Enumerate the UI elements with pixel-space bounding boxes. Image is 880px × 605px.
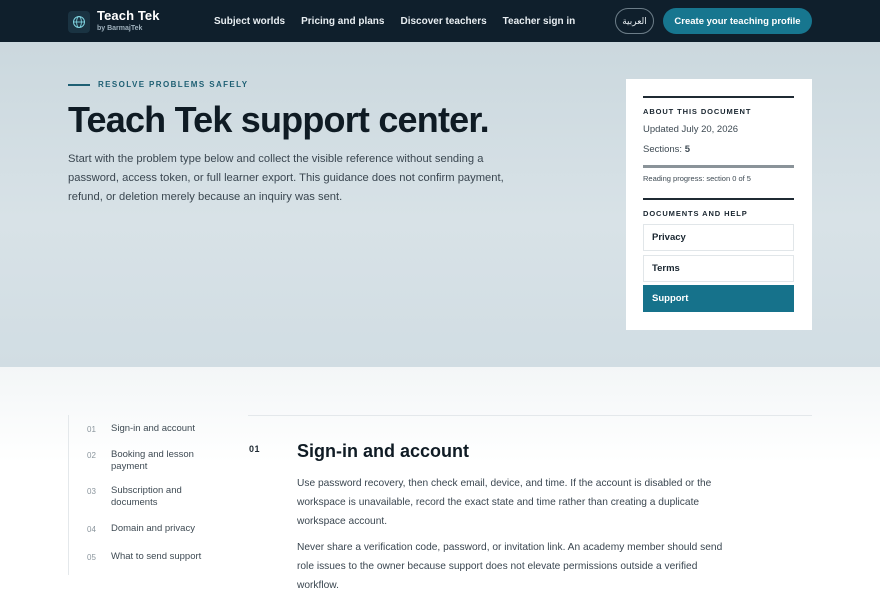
nav-link-subject-worlds[interactable]: Subject worlds bbox=[214, 16, 285, 27]
toc-label: What to send support bbox=[111, 551, 202, 562]
nav-link-pricing[interactable]: Pricing and plans bbox=[301, 16, 384, 27]
doc-link-privacy[interactable]: Privacy bbox=[643, 224, 794, 251]
page-title: Teach Tek support center. bbox=[68, 99, 490, 140]
toc-label: Subscription and documents bbox=[111, 485, 182, 508]
brand-name: Teach Tek bbox=[97, 8, 160, 23]
brand-subtitle: by BarmajTek bbox=[97, 25, 143, 32]
doc-link-support[interactable]: Support bbox=[643, 285, 794, 312]
toc-item-domain-privacy[interactable]: 04 Domain and privacy bbox=[87, 523, 216, 535]
card-top-rule bbox=[643, 96, 794, 98]
reading-progress-bar bbox=[643, 165, 794, 168]
updated-date: Updated July 20, 2026 bbox=[643, 124, 739, 135]
sections-label: Sections: bbox=[643, 144, 683, 155]
section-paragraph: Use password recovery, then check email,… bbox=[297, 478, 712, 527]
sections-count: Sections: 5 bbox=[643, 144, 794, 155]
about-document-heading: ABOUT THIS DOCUMENT bbox=[643, 107, 752, 116]
toc-item-what-to-send[interactable]: 05 What to send support bbox=[87, 551, 216, 563]
section-title: Sign-in and account bbox=[297, 441, 470, 461]
toc-number: 01 bbox=[87, 425, 96, 434]
eyebrow-rule bbox=[68, 83, 90, 86]
section-number: 01 bbox=[249, 444, 261, 454]
create-teaching-profile-button[interactable]: Create your teaching profile bbox=[663, 8, 812, 34]
toc-label: Booking and lesson payment bbox=[111, 449, 194, 472]
hero-lead-text: Start with the problem type below and co… bbox=[68, 153, 504, 203]
section-paragraph: Never share a verification code, passwor… bbox=[297, 542, 723, 591]
toc-label: Sign-in and account bbox=[111, 423, 195, 434]
toc-label: Domain and privacy bbox=[111, 523, 195, 534]
toc-number: 02 bbox=[87, 451, 96, 460]
documents-help-heading: DOCUMENTS AND HELP bbox=[643, 209, 748, 218]
language-switch-button[interactable]: العربية bbox=[615, 8, 654, 34]
brand-globe-icon bbox=[68, 11, 90, 33]
toc-item-subscription[interactable]: 03 Subscription and documents bbox=[87, 485, 216, 509]
reading-progress-text: Reading progress: section 0 of 5 bbox=[643, 174, 751, 183]
eyebrow-text: RESOLVE PROBLEMS SAFELY bbox=[98, 80, 249, 89]
section-table-of-contents: 01 Sign-in and account 02 Booking and le… bbox=[68, 415, 228, 575]
document-info-card: ABOUT THIS DOCUMENT Updated July 20, 202… bbox=[626, 79, 812, 330]
toc-item-booking[interactable]: 02 Booking and lesson payment bbox=[87, 449, 216, 473]
toc-item-sign-in[interactable]: 01 Sign-in and account bbox=[87, 423, 216, 435]
hero-eyebrow: RESOLVE PROBLEMS SAFELY bbox=[68, 80, 248, 89]
toc-number: 03 bbox=[87, 487, 96, 496]
toc-number: 05 bbox=[87, 553, 96, 562]
main-nav: Subject worlds Pricing and plans Discove… bbox=[214, 0, 591, 42]
brand-logo-link[interactable]: Teach Tek by BarmajTek bbox=[68, 9, 160, 35]
card-mid-rule bbox=[643, 198, 794, 200]
top-navigation-bar: Teach Tek by BarmajTek Subject worlds Pr… bbox=[0, 0, 880, 42]
doc-link-terms[interactable]: Terms bbox=[643, 255, 794, 282]
toc-number: 04 bbox=[87, 525, 96, 534]
section-divider bbox=[248, 415, 812, 416]
nav-link-teacher-sign-in[interactable]: Teacher sign in bbox=[503, 16, 576, 27]
nav-link-discover-teachers[interactable]: Discover teachers bbox=[400, 16, 486, 27]
sections-number: 5 bbox=[684, 144, 691, 155]
